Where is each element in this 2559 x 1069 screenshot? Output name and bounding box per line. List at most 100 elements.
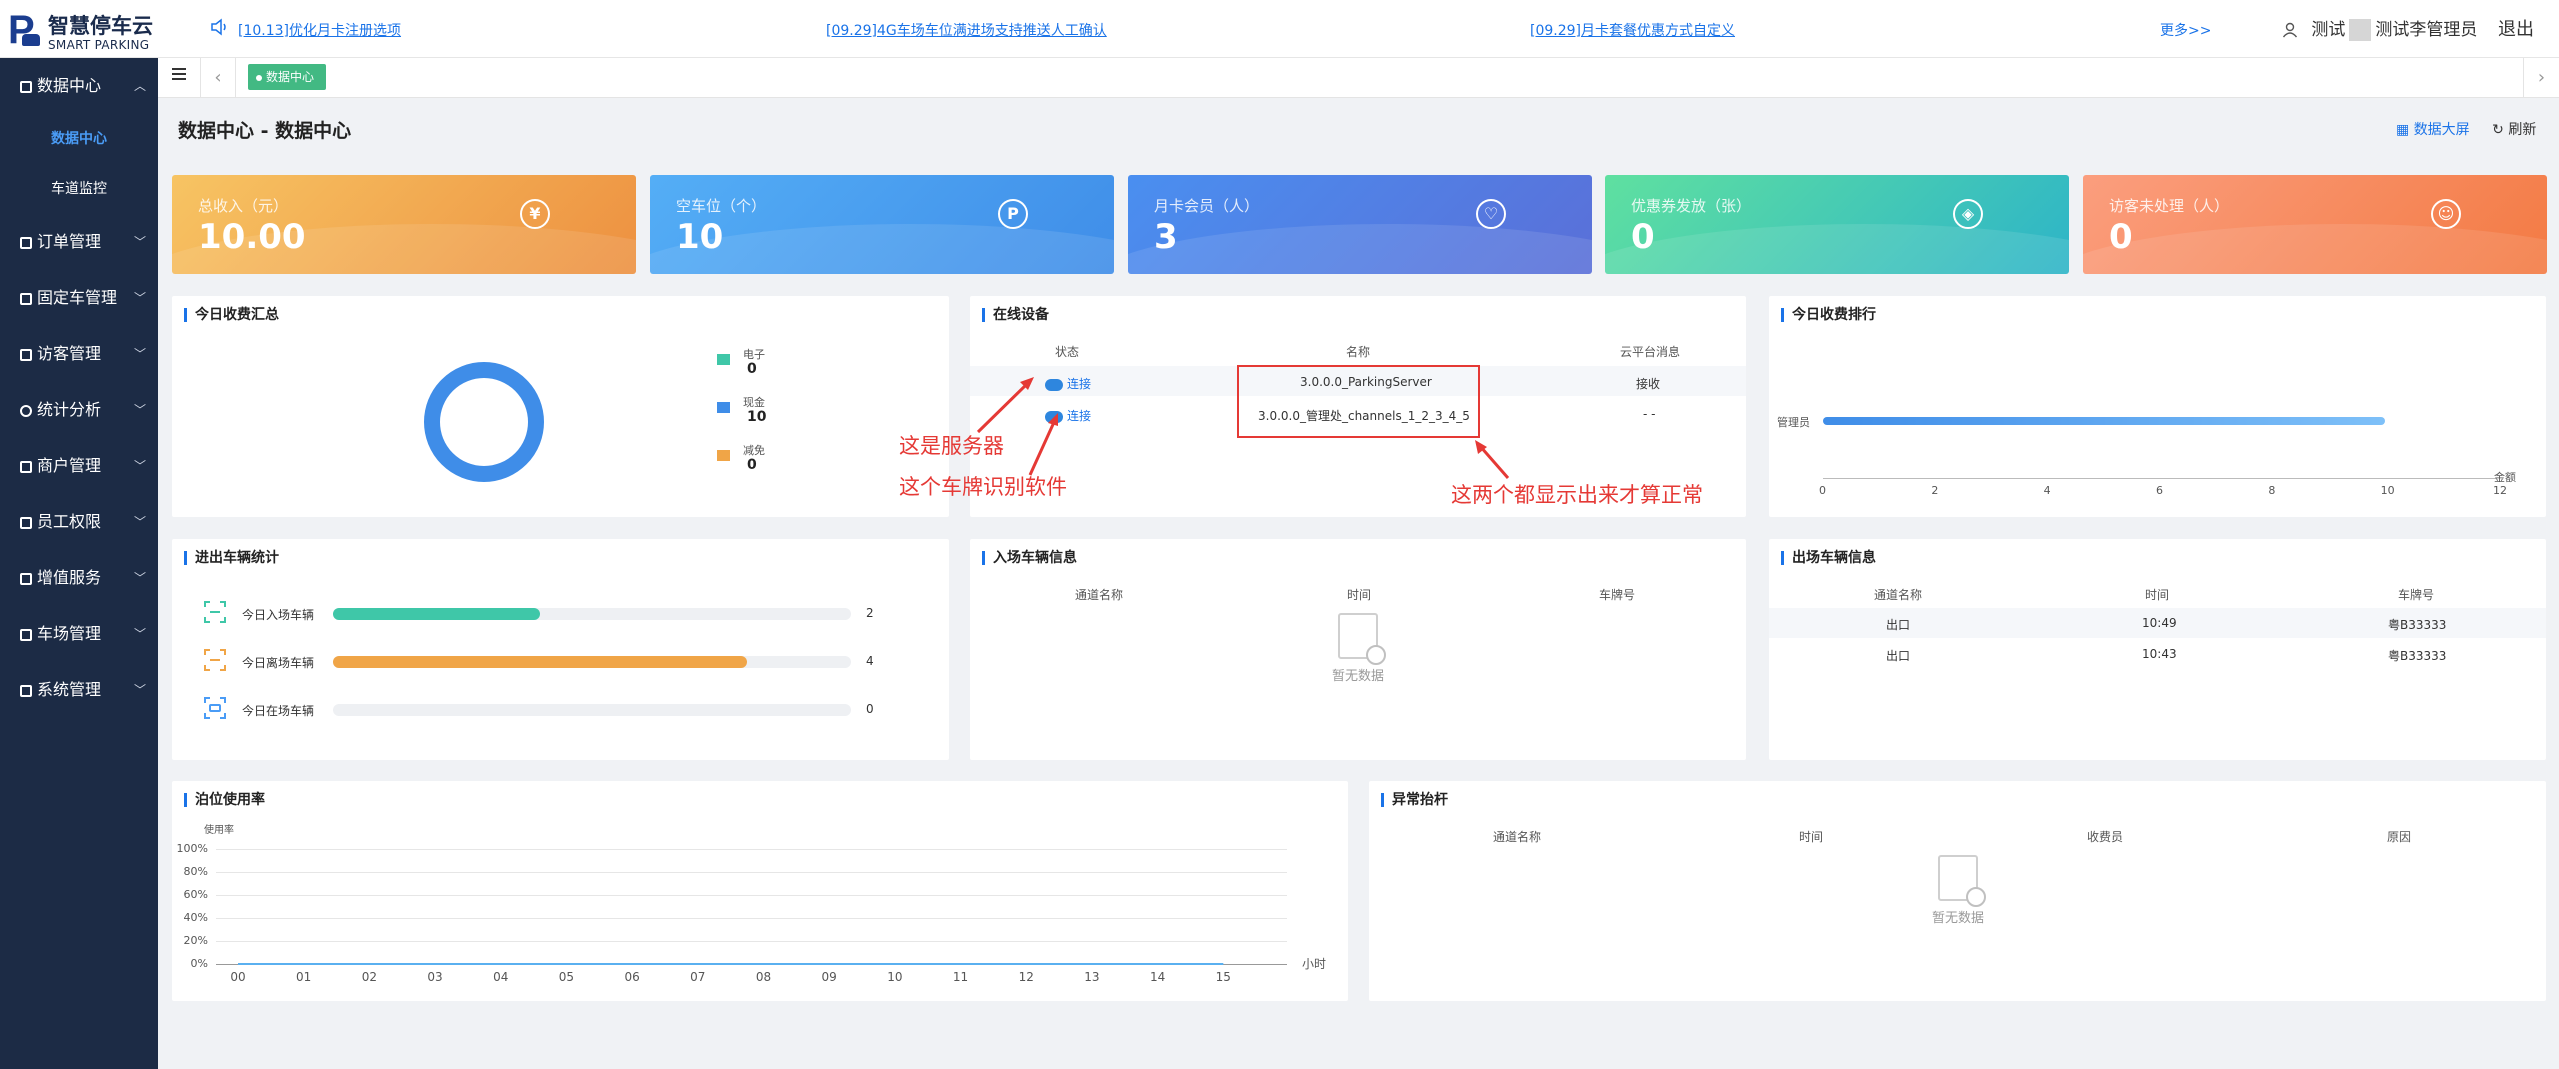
exit-plate: 粤B33333 (2388, 618, 2447, 632)
sidebar-item-label: 统计分析 (37, 400, 102, 419)
column-header: 时间 (1799, 830, 1824, 844)
tab-scroll-right-icon[interactable]: › (2523, 58, 2559, 98)
empty-state: 暂无数据 (1918, 855, 1998, 926)
car-icon (20, 292, 32, 305)
x-tick-label: 6 (2156, 484, 2163, 497)
sidebar-item-label: 订单管理 (37, 232, 102, 251)
notice-link[interactable]: [09.29]4G车场车位满进场支持推送人工确认 (826, 20, 1107, 40)
rank-bar (1823, 417, 2385, 425)
stat-row-label: 今日入场车辆 (242, 608, 315, 622)
staff-icon (20, 516, 32, 529)
usage-chart-card: 泊位使用率 使用率 100% 80% 60% 40% 20% 0% 00 01 02 03 04 05… (172, 781, 1348, 1001)
heart-icon: ♡ (1476, 199, 1506, 229)
chevron-down-icon: ﹀ (133, 403, 146, 417)
app-name: 智慧停车云 (48, 14, 153, 38)
refresh-label: 刷新 (2508, 122, 2537, 138)
device-status-link[interactable]: 连接 (1045, 407, 1091, 424)
big-screen-button[interactable]: ▦ 数据大屏 (2396, 122, 2470, 138)
empty-state: 暂无数据 (1318, 613, 1398, 684)
stat-row-value: 4 (866, 654, 874, 668)
redacted-block (2349, 19, 2372, 41)
stat-value: 0 (2109, 217, 2133, 257)
notice-link[interactable]: [09.29]月卡套餐优惠方式自定义 (1530, 20, 1735, 40)
sidebar-item-fixed-vehicles[interactable]: 固定车管理 ﹀ (0, 270, 158, 326)
logout-button[interactable]: 退出 (2498, 15, 2534, 41)
x-tick-label: 0 (1819, 484, 1826, 497)
refresh-icon: ↻ (2492, 122, 2509, 138)
device-status-link[interactable]: 连接 (1045, 375, 1091, 392)
sidebar-subitem-data-center[interactable]: 数据中心 (0, 114, 158, 164)
empty-document-icon (1338, 613, 1386, 665)
sidebar-item-label: 固定车管理 (37, 288, 118, 307)
speaker-icon (211, 18, 226, 36)
sidebar-item-data-center[interactable]: 数据中心 ︿ (0, 58, 158, 114)
sidebar-item-statistics[interactable]: 统计分析 ﹀ (0, 382, 158, 438)
sidebar-item-label: 车场管理 (37, 624, 102, 643)
empty-text: 暂无数据 (1931, 911, 1984, 926)
user-fullname: 测试李管理员 (2375, 20, 2478, 40)
legend-name: 减免 (743, 444, 765, 457)
annotation-server: 这是服务器 (899, 434, 1004, 458)
stat-value: 10 (676, 217, 724, 257)
vehicle-stats-card: 进出车辆统计 今日入场车辆 2 今日离场车辆 4 今日在场车辆 0 (172, 539, 949, 760)
x-tick-label: 10 (2380, 484, 2395, 497)
page-actions: ▦ 数据大屏 ↻ 刷新 (2396, 119, 2536, 139)
device-message: 接收 (1636, 377, 1661, 391)
annotation-both-normal: 这两个都显示出来才算正常 (1451, 483, 1703, 507)
sidebar-item-label: 商户管理 (37, 456, 102, 475)
card-title: 今日收费排行 (1781, 308, 1876, 322)
entry-vehicle-icon (204, 601, 226, 623)
progress-bar (333, 704, 851, 716)
sidebar-item-merchants[interactable]: 商户管理 ﹀ (0, 438, 158, 494)
legend-item: 现金 10 (717, 394, 777, 430)
active-dot-icon (256, 74, 262, 81)
stat-label: 优惠券发放（张） (1631, 197, 1752, 215)
sidebar-item-value-added[interactable]: 增值服务 ﹀ (0, 550, 158, 606)
stat-card-income: 总收入（元） 10.00 ¥ (172, 175, 636, 274)
stat-card-monthly-members: 月卡会员（人） 3 ♡ (1128, 175, 1592, 274)
exit-time: 10:49 (2142, 616, 2177, 630)
parking-icon: P (998, 199, 1028, 229)
stat-row-label: 今日离场车辆 (242, 656, 315, 670)
card-title: 异常抬杆 (1381, 793, 1448, 807)
user-icon (2282, 22, 2298, 38)
exit-vehicle-icon (204, 649, 226, 671)
exit-time: 10:43 (2142, 647, 2177, 661)
x-tick-label: 8 (2268, 484, 2276, 497)
menu-toggle-icon[interactable] (172, 68, 186, 80)
column-header: 名称 (1346, 345, 1371, 359)
sidebar-item-parking-lot[interactable]: 车场管理 ﹀ (0, 606, 158, 662)
column-header: 通道名称 (1874, 588, 1923, 602)
column-header: 状态 (1055, 345, 1080, 359)
refresh-button[interactable]: ↻ 刷新 (2492, 122, 2536, 138)
sidebar-item-visitors[interactable]: 访客管理 ﹀ (0, 326, 158, 382)
more-link[interactable]: 更多>> (2160, 20, 2211, 40)
stat-label: 访客未处理（人） (2109, 197, 2230, 215)
device-message: - - (1643, 407, 1656, 421)
user-menu[interactable]: 测试 测试李管理员 (2282, 15, 2477, 41)
tab-scroll-left-icon[interactable]: ‹ (200, 58, 236, 98)
sidebar-item-orders[interactable]: 订单管理 ﹀ (0, 214, 158, 270)
tab-data-center[interactable]: 数据中心 (248, 64, 326, 90)
stat-value: 3 (1154, 217, 1178, 257)
chevron-down-icon: ﹀ (133, 291, 146, 305)
card-title: 在线设备 (982, 308, 1049, 322)
visitor-icon: ☺ (2431, 199, 2461, 229)
notice-link[interactable]: [10.13]优化月卡注册选项 (238, 20, 401, 40)
sidebar-item-staff[interactable]: 员工权限 ﹀ (0, 494, 158, 550)
empty-text: 暂无数据 (1331, 669, 1384, 684)
sidebar: 数据中心 ︿ 数据中心 车道监控 订单管理 ﹀ 固定车管理 ﹀ 访客管理 ﹀ 统计分析 ﹀… (0, 58, 158, 1069)
tab-label: 数据中心 (266, 70, 315, 84)
order-icon (20, 236, 32, 249)
app-logo[interactable]: P 智慧停车云 SMART PARKING (8, 8, 158, 52)
legend-swatch (717, 450, 730, 461)
sidebar-item-label: 访客管理 (37, 344, 102, 363)
sidebar-item-system[interactable]: 系统管理 ﹀ (0, 662, 158, 718)
column-header: 车牌号 (2398, 588, 2435, 602)
chevron-down-icon: ﹀ (133, 627, 146, 641)
stat-row-label: 今日在场车辆 (242, 704, 315, 718)
sidebar-subitem-lane-monitor[interactable]: 车道监控 (0, 164, 158, 214)
progress-bar (333, 608, 851, 620)
column-header: 原因 (2387, 830, 2412, 844)
sidebar-item-label: 系统管理 (37, 680, 102, 699)
